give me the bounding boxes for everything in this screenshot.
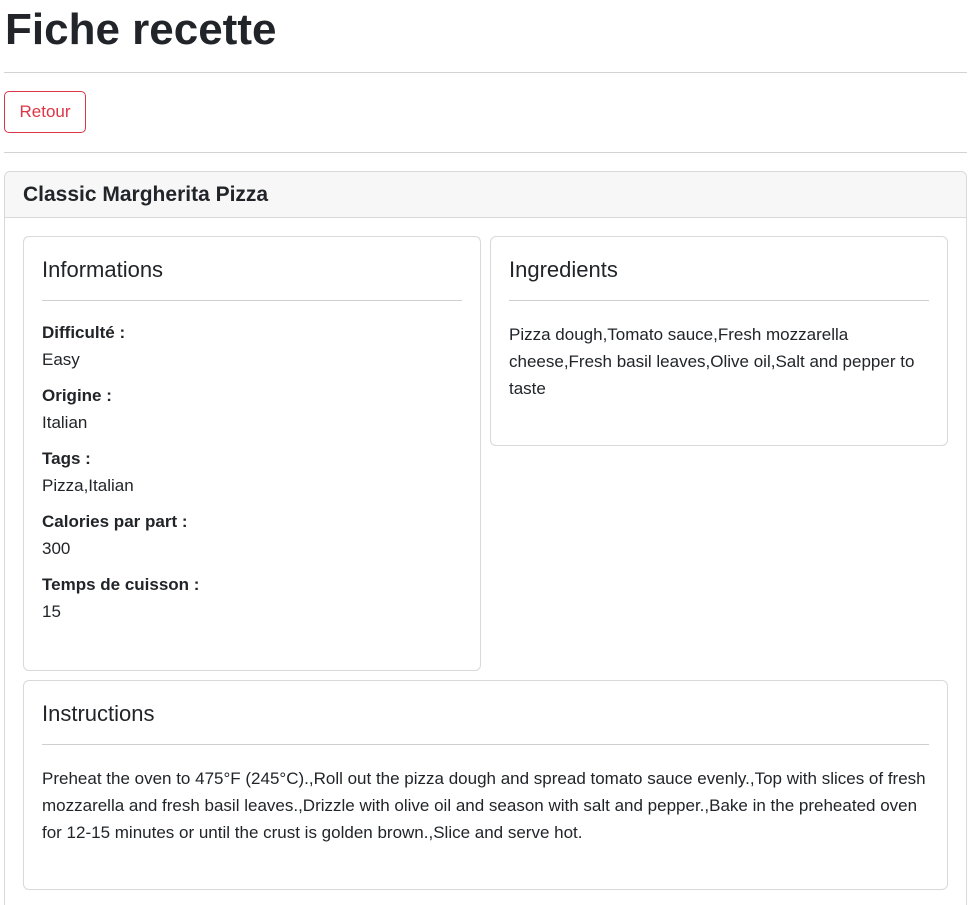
ingredients-title: Ingredients xyxy=(509,257,618,282)
instructions-card: Instructions Preheat the oven to 475°F (… xyxy=(23,680,948,890)
divider xyxy=(4,152,967,153)
difficulty-label: Difficulté : xyxy=(42,323,126,342)
divider xyxy=(4,72,967,73)
cooking-time-label: Temps de cuisson : xyxy=(42,575,200,594)
recipe-page: Fiche recette Retour Classic Margherita … xyxy=(0,0,970,905)
calories-label: Calories par part : xyxy=(42,512,188,531)
divider xyxy=(509,300,929,301)
tags-label: Tags : xyxy=(42,449,91,468)
divider xyxy=(42,744,929,745)
calories-value: 300 xyxy=(42,539,71,558)
difficulty-value: Easy xyxy=(42,350,80,369)
instructions-text: Preheat the oven to 475°F (245°C).,Roll … xyxy=(42,769,926,842)
cooking-time-value: 15 xyxy=(42,602,61,621)
informations-title: Informations xyxy=(42,257,164,282)
tags-value: Pizza,Italian xyxy=(42,476,134,495)
instructions-title: Instructions xyxy=(42,701,155,726)
divider xyxy=(42,300,462,301)
recipe-card-header: Classic Margherita Pizza xyxy=(5,172,966,218)
origin-value: Italian xyxy=(42,413,88,432)
ingredients-text: Pizza dough,Tomato sauce,Fresh mozzarell… xyxy=(509,325,915,398)
origin-label: Origine : xyxy=(42,386,112,405)
page-title: Fiche recette xyxy=(5,5,277,54)
ingredients-card: Ingredients Pizza dough,Tomato sauce,Fre… xyxy=(490,236,948,446)
back-button[interactable]: Retour xyxy=(4,91,86,133)
recipe-name: Classic Margherita Pizza xyxy=(23,183,269,206)
informations-card: Informations Difficulté : Easy Origine :… xyxy=(23,236,481,671)
